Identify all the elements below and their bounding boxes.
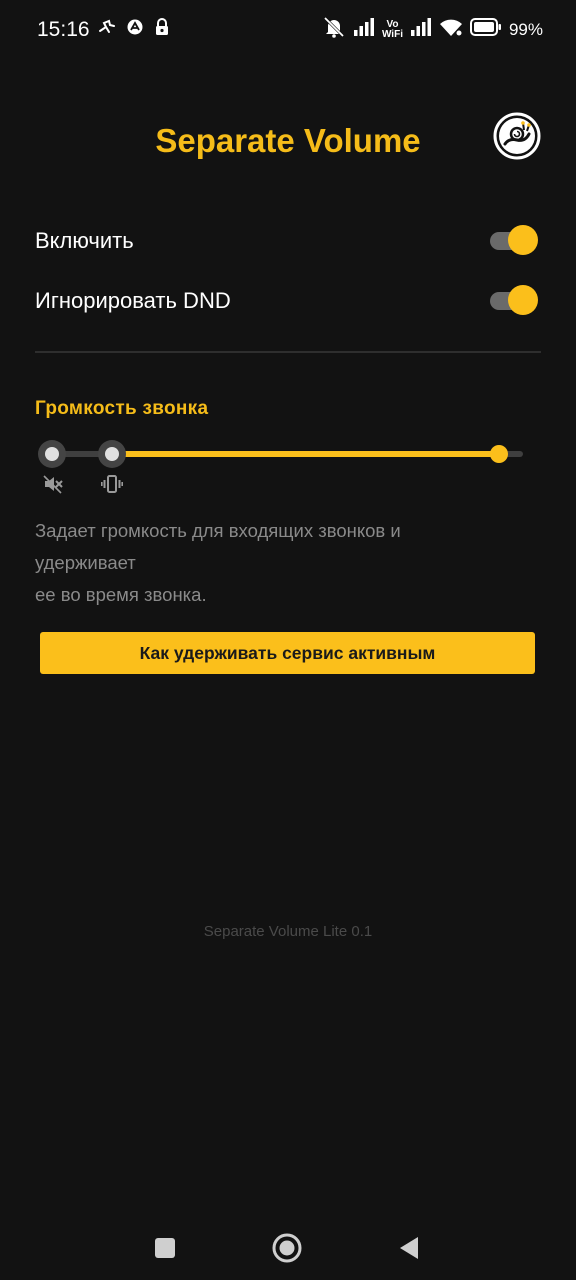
status-time: 15:16 [37, 18, 90, 41]
battery-percent: 99% [508, 19, 543, 39]
enable-toggle[interactable] [490, 225, 538, 255]
vowifi-bottom: WiFi [381, 28, 403, 40]
toggle-thumb [508, 285, 538, 315]
ringer-volume-title: Громкость звонка [35, 398, 209, 419]
navigation-bar [0, 1210, 576, 1280]
divider [35, 351, 541, 353]
mute-stop[interactable] [38, 440, 66, 468]
ringer-volume-slider[interactable] [35, 438, 535, 498]
app-version: Separate Volume Lite 0.1 [203, 923, 373, 940]
back-triangle-icon[interactable] [391, 1230, 427, 1266]
status-right-icons: Vo WiFi 99% [322, 16, 543, 43]
description-line: удерживает [35, 552, 136, 573]
snail-logo-icon[interactable] [493, 112, 541, 160]
recents-square-icon[interactable] [147, 1230, 183, 1266]
vowifi-top: Vo [386, 18, 399, 30]
description-line: Задает громкость для входящих звонков и [35, 520, 401, 541]
setting-enable-row[interactable]: Включить [35, 216, 541, 266]
ignore-dnd-toggle[interactable] [490, 285, 538, 315]
vibrate-stop[interactable] [98, 440, 126, 468]
app-title: Separate Volume [155, 122, 421, 159]
keep-service-active-button[interactable]: Как удерживать сервис активным [40, 632, 535, 674]
home-circle-icon[interactable] [269, 1230, 305, 1266]
signal-icon [410, 17, 432, 42]
status-left-icons [98, 18, 170, 41]
vowifi-icon: Vo WiFi [381, 18, 403, 40]
running-app-icon [98, 18, 116, 41]
setting-ignore-dnd-label: Игнорировать DND [35, 288, 231, 313]
ringer-description: Задает громкость для входящих звонков и … [35, 515, 535, 611]
description-line: ее во время звонка. [35, 584, 207, 605]
slider-fill [112, 451, 500, 457]
silent-bell-icon [322, 16, 346, 43]
toggle-thumb [508, 225, 538, 255]
signal-icon [353, 17, 375, 42]
autoresponder-icon [126, 18, 144, 41]
vpn-lock-icon [154, 18, 170, 41]
mute-icon [42, 474, 64, 494]
setting-enable-label: Включить [35, 228, 134, 253]
setting-ignore-dnd-row[interactable]: Игнорировать DND [35, 276, 541, 326]
status-bar: 15:16 Vo WiFi 99% [0, 0, 576, 60]
vibrate-icon [101, 474, 124, 494]
battery-icon [469, 18, 502, 41]
slider-knob[interactable] [490, 445, 509, 463]
wifi-icon [439, 17, 463, 42]
